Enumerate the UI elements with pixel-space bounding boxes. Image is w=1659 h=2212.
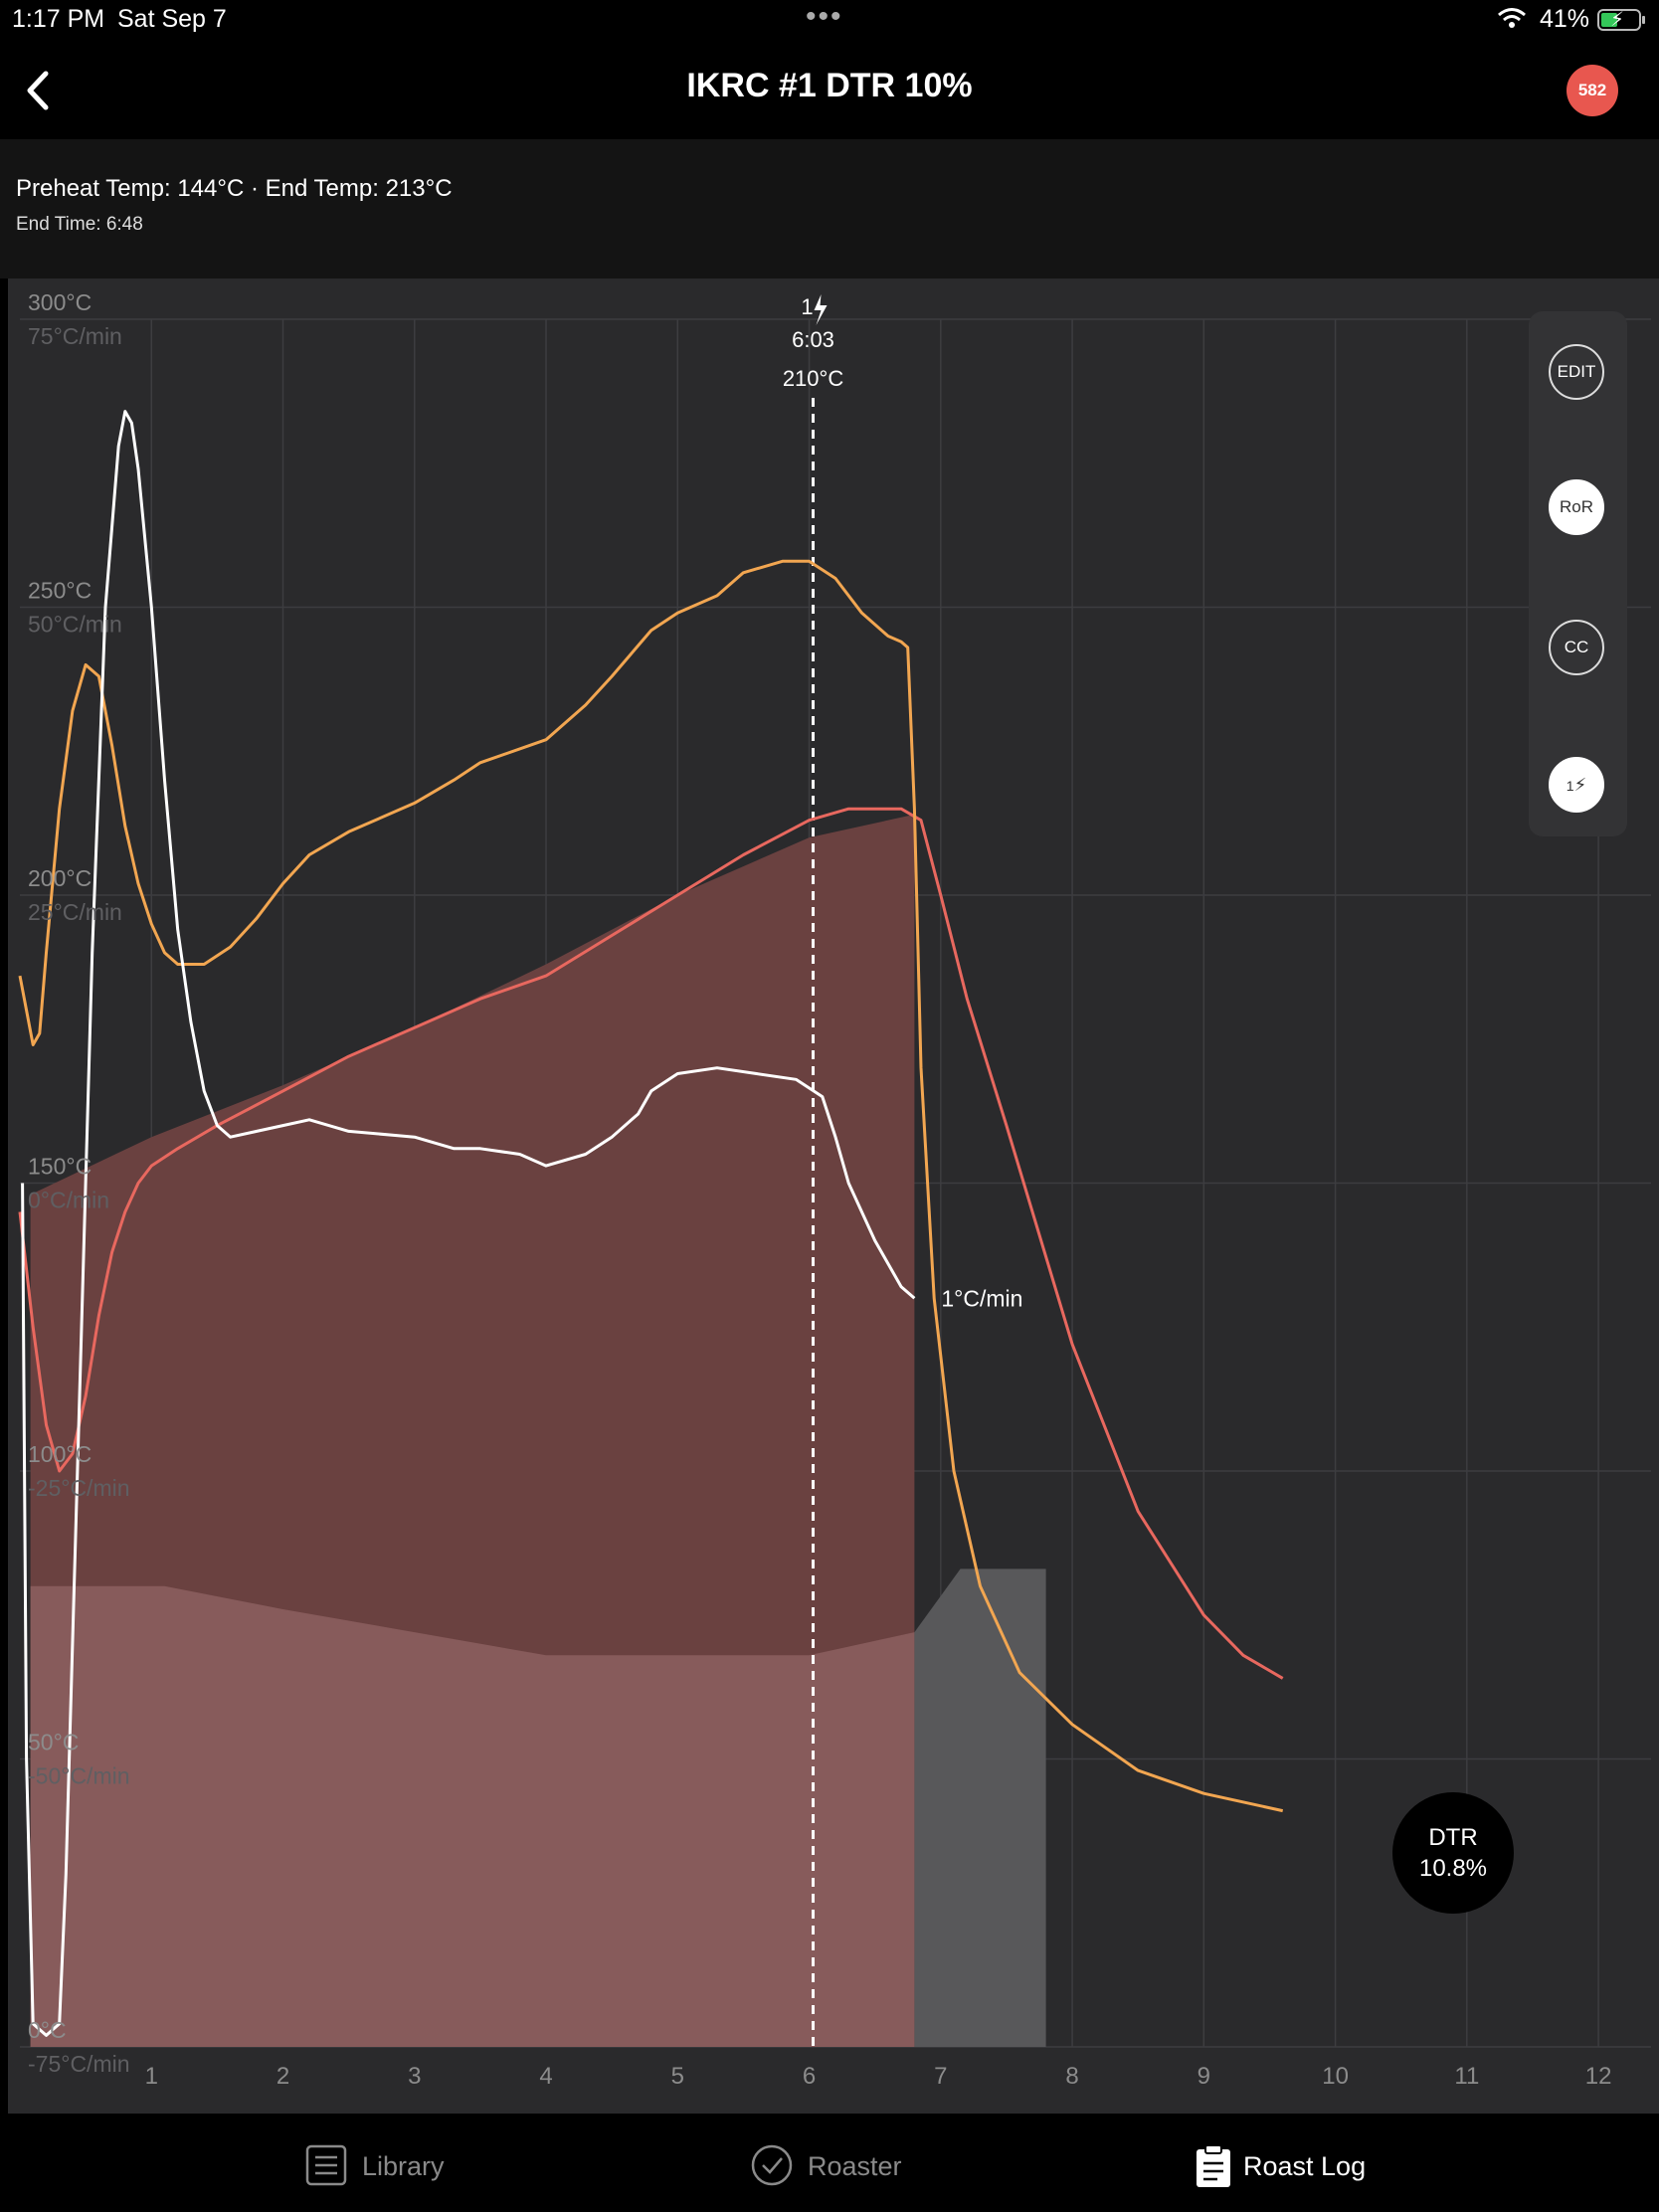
dtr-indicator: DTR 10.8% <box>1392 1792 1514 1914</box>
lightning-icon: ⚡ <box>1573 775 1587 795</box>
edit-button[interactable]: EDIT <box>1549 344 1604 400</box>
x-axis-label: 9 <box>1198 2063 1210 2090</box>
tab-bar: Library Roaster Roast Log <box>0 2114 1659 2212</box>
battery-icon: ⚡ <box>1597 9 1645 31</box>
x-axis-label: 7 <box>934 2063 947 2090</box>
first-crack-temp: 210°C <box>783 366 844 391</box>
tab-roast-log-label: Roast Log <box>1243 2151 1367 2181</box>
x-axis-label: 10 <box>1322 2063 1349 2090</box>
y-axis-temp-label: 250°C <box>28 578 92 604</box>
y-axis-ror-label: -25°C/min <box>28 1475 130 1501</box>
first-crack-toggle-button[interactable]: 1⚡ <box>1549 757 1604 813</box>
first-crack-number: 1 <box>1566 778 1574 794</box>
tab-library-label: Library <box>362 2151 445 2181</box>
roast-count-badge[interactable]: 582 <box>1567 65 1618 116</box>
page-title: IKRC #1 DTR 10% <box>686 67 973 104</box>
ror-end-label: 1°C/min <box>941 1285 1022 1311</box>
cc-toggle-button[interactable]: CC <box>1549 620 1604 675</box>
status-time: 1:17 PM <box>12 5 105 33</box>
y-axis-temp-label: 300°C <box>28 289 92 315</box>
tab-roaster[interactable]: Roaster <box>750 2143 909 2193</box>
y-axis-ror-label: -75°C/min <box>28 2051 130 2077</box>
y-axis-temp-label: 100°C <box>28 1441 92 1467</box>
x-axis-label: 6 <box>803 2063 816 2090</box>
first-crack-label: 1 <box>801 294 813 319</box>
dtr-value: 10.8% <box>1418 1855 1488 1882</box>
tab-roast-log[interactable]: Roast Log <box>1194 2143 1373 2193</box>
clipboard-icon <box>1197 2144 1230 2187</box>
y-axis-temp-label: 0°C <box>28 2017 67 2043</box>
x-axis-label: 1 <box>145 2063 158 2090</box>
y-axis-ror-label: 25°C/min <box>28 899 122 925</box>
x-axis-label: 11 <box>1454 2063 1479 2090</box>
multitasking-dots-icon[interactable]: ••• <box>806 0 843 34</box>
y-axis-ror-label: 0°C/min <box>28 1188 109 1213</box>
status-bar: 1:17 PM Sat Sep 7 ••• 41% ⚡ <box>0 0 1659 40</box>
x-axis-label: 4 <box>539 2063 552 2090</box>
x-axis-label: 2 <box>276 2063 289 2090</box>
x-axis-label: 3 <box>408 2063 421 2090</box>
y-axis-temp-label: 50°C <box>28 1730 79 1755</box>
wifi-icon <box>1497 6 1527 37</box>
first-crack-lightning-icon <box>814 294 828 325</box>
end-time: End Time: 6:48 <box>16 214 143 235</box>
cooling-area <box>914 1568 1046 2047</box>
y-axis-ror-label: 75°C/min <box>28 323 122 349</box>
y-axis-ror-label: -50°C/min <box>28 1763 130 1789</box>
roast-summary: Preheat Temp: 144°C · End Temp: 213°C En… <box>0 139 1659 278</box>
y-axis-ror-label: 50°C/min <box>28 612 122 638</box>
tab-roaster-label: Roaster <box>808 2151 902 2181</box>
status-date: Sat Sep 7 <box>117 5 227 33</box>
x-axis-label: 8 <box>1065 2063 1078 2090</box>
nav-bar: IKRC #1 DTR 10% 582 <box>0 40 1659 139</box>
first-crack-time: 6:03 <box>792 327 834 352</box>
y-axis-temp-label: 150°C <box>28 1154 92 1180</box>
dtr-label: DTR <box>1428 1824 1478 1851</box>
roaster-check-icon <box>751 2144 793 2186</box>
battery-percent: 41% <box>1540 5 1590 33</box>
temp-summary: Preheat Temp: 144°C · End Temp: 213°C <box>16 175 453 202</box>
chart-toolbar: EDIT RoR CC 1⚡ <box>1529 311 1627 836</box>
ror-toggle-button[interactable]: RoR <box>1549 479 1604 535</box>
y-axis-temp-label: 200°C <box>28 865 92 891</box>
list-icon <box>305 2144 347 2186</box>
x-axis-label: 5 <box>671 2063 684 2090</box>
tab-library[interactable]: Library <box>304 2143 463 2193</box>
x-axis-label: 12 <box>1585 2063 1612 2090</box>
